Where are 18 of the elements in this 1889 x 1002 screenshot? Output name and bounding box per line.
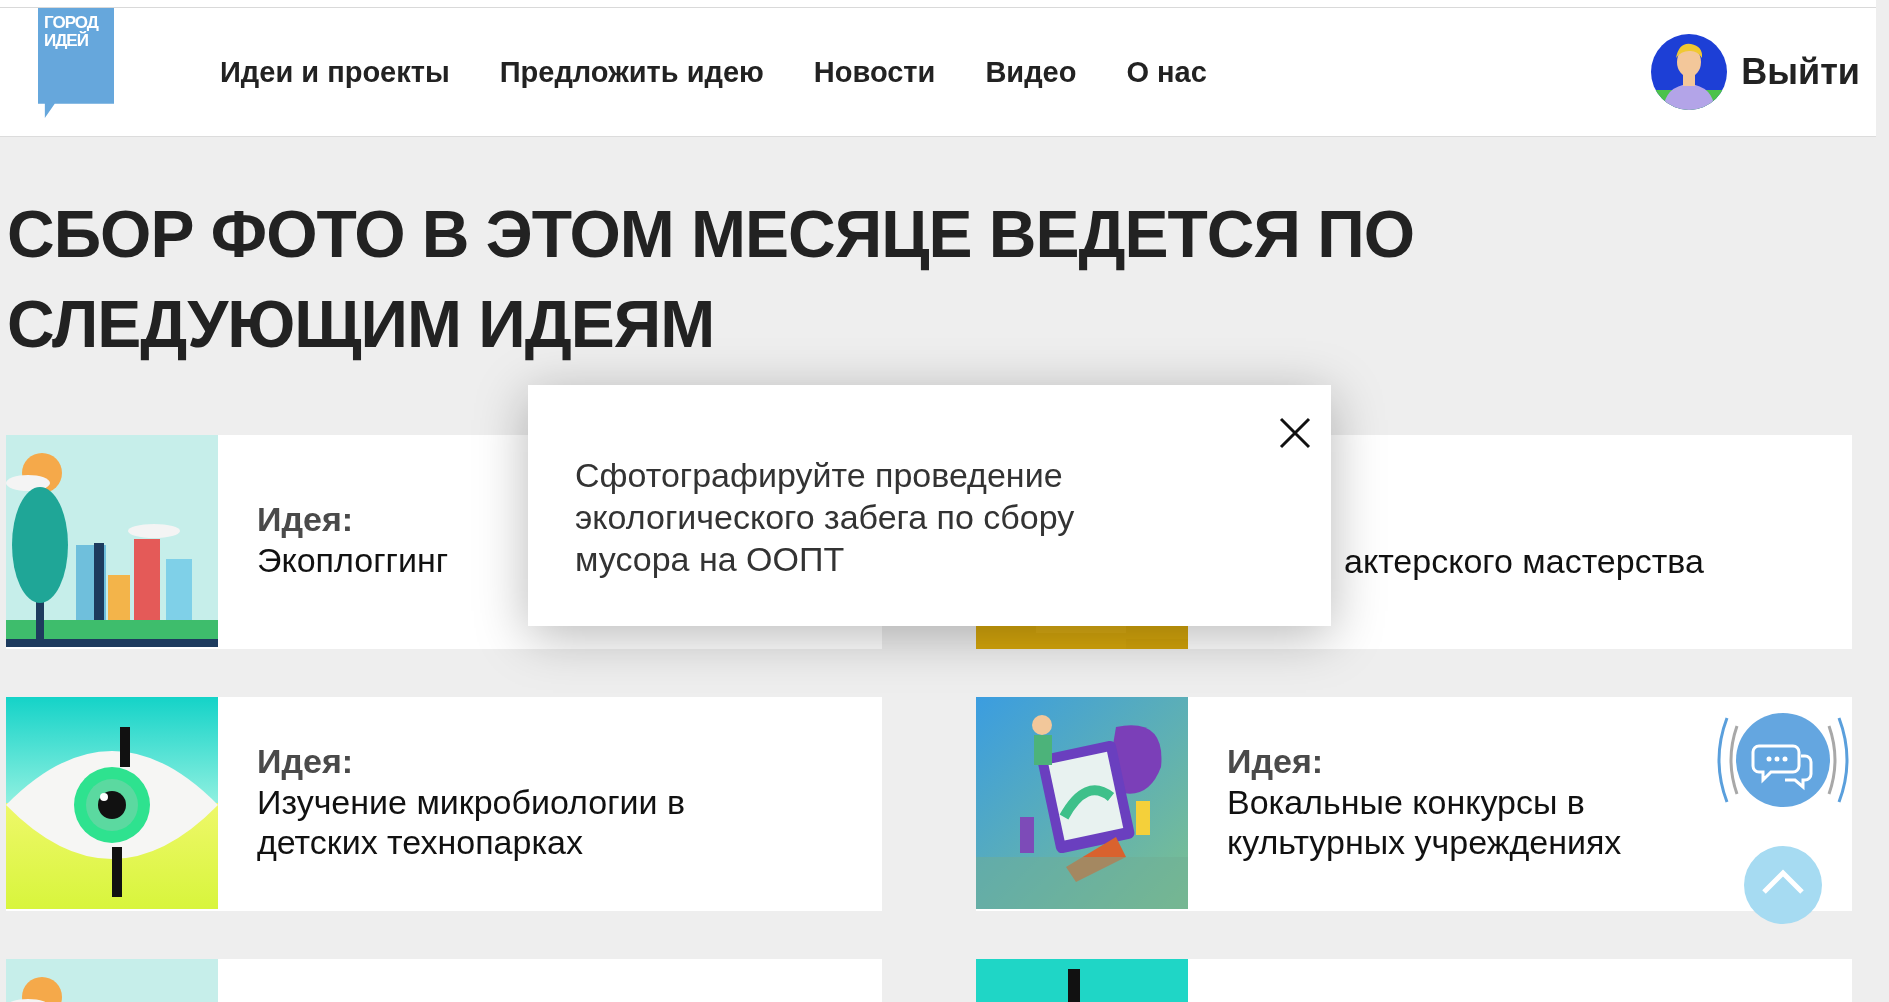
idea-title: Вокальные конкурсы в культурных учреждениях <box>1227 782 1623 862</box>
nav-link[interactable]: Идеи и проекты <box>220 56 450 89</box>
logout-link[interactable]: Выйти <box>1741 51 1860 93</box>
chevron-up-icon <box>1762 869 1804 894</box>
page-heading: СБОР ФОТО В ЭТОМ МЕСЯЦЕ ВЕДЕТСЯ ПО СЛЕДУЮЩИМ ИДЕЯМ <box>7 196 1415 363</box>
idea-title: Изучение микробиологии в детских технопарках <box>257 782 687 862</box>
idea-label: Идея: <box>1227 741 1325 782</box>
idea-card[interactable]: Идея: Вокальные конкурсы в культурных учреждениях <box>976 697 1852 911</box>
idea-label: Идея: <box>257 741 355 782</box>
close-button[interactable] <box>1277 415 1313 451</box>
idea-title: актерского мастерства <box>1344 541 1704 581</box>
nav-link[interactable]: Предложить идею <box>499 56 764 89</box>
idea-label: Идея: <box>257 499 355 540</box>
idea-title: Экоплоггинг <box>257 540 449 580</box>
idea-card[interactable]: Идея: Изучение микробиологии в детских технопарках <box>6 697 882 911</box>
nav-link[interactable]: Видео <box>985 56 1077 89</box>
nav-link[interactable]: Новости <box>813 56 936 89</box>
nav-link[interactable]: О нас <box>1126 56 1207 89</box>
